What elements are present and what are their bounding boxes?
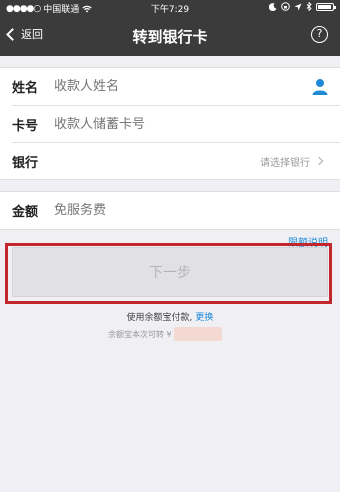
amount-row: 金额	[0, 192, 340, 229]
bank-select[interactable]: 请选择银行	[260, 154, 324, 169]
name-row: 姓名	[0, 68, 340, 105]
amount-label: 金额	[12, 205, 39, 220]
balance-line: 余额宝本次可转 ¥	[108, 327, 222, 341]
lock-rotation-icon	[281, 2, 290, 11]
bank-select-text: 请选择银行	[260, 157, 310, 169]
payment-method-line: 使用余额宝付款, 更换	[0, 310, 340, 323]
contacts-icon[interactable]	[312, 78, 328, 95]
recipient-form: 姓名 卡号 银行 请选择银行	[0, 67, 340, 180]
change-payment-link[interactable]: 更换	[195, 313, 213, 323]
card-label: 卡号	[12, 118, 39, 134]
card-number-input[interactable]	[54, 116, 340, 132]
amount-form: 金额	[0, 191, 340, 230]
help-icon[interactable]: ?	[311, 26, 328, 43]
next-button[interactable]: 下一步	[12, 247, 328, 297]
payment-method-text: 使用余额宝付款,	[126, 313, 193, 323]
amount-input[interactable]	[54, 203, 340, 218]
chevron-right-icon	[314, 156, 324, 166]
location-icon	[294, 3, 302, 10]
battery-icon	[316, 3, 336, 11]
status-bar: ●●●●○ 中国联通 下午7:29	[0, 0, 340, 16]
bank-label: 银行	[12, 155, 39, 171]
redacted-amount	[173, 327, 222, 341]
bluetooth-icon	[306, 2, 312, 11]
moon-icon	[269, 2, 277, 11]
balance-text: 余额宝本次可转 ¥	[108, 329, 172, 339]
nav-bar: 返回 转到银行卡 ?	[0, 16, 340, 56]
card-row: 卡号	[12, 105, 340, 142]
name-label: 姓名	[12, 81, 39, 96]
name-input[interactable]	[54, 79, 340, 94]
bank-row[interactable]: 银行 请选择银行	[12, 142, 340, 179]
page-title: 转到银行卡	[132, 28, 208, 46]
